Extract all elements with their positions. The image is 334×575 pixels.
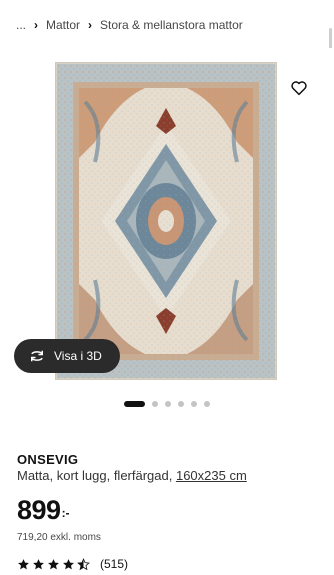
gallery-dot[interactable] <box>204 401 210 407</box>
star-icon <box>18 558 29 569</box>
gallery-dot[interactable] <box>152 401 158 407</box>
star-half-icon <box>77 557 90 570</box>
price-amount: 899 <box>17 495 61 525</box>
product-rating[interactable]: (515) <box>17 557 128 571</box>
product-page: ... › Mattor › Stora & mellanstora matto… <box>0 0 334 575</box>
favorite-button[interactable] <box>287 76 311 100</box>
breadcrumb-item-mattor[interactable]: Mattor <box>46 18 80 32</box>
review-count: (515) <box>100 557 129 571</box>
gallery-dot[interactable] <box>124 401 145 407</box>
gallery-dot[interactable] <box>178 401 184 407</box>
product-name: ONSEVIG <box>17 452 79 467</box>
gallery-dot[interactable] <box>165 401 171 407</box>
heart-outline-icon <box>291 81 307 96</box>
product-image <box>55 62 277 380</box>
product-description: Matta, kort lugg, flerfärgad, 160x235 cm <box>17 468 247 483</box>
gallery-pagination <box>0 401 334 407</box>
gallery-dot[interactable] <box>191 401 197 407</box>
breadcrumb: ... › Mattor › Stora & mellanstora matto… <box>16 16 243 34</box>
product-image-gallery[interactable]: Visa i 3D <box>0 48 334 393</box>
chevron-right-icon: › <box>34 18 39 32</box>
breadcrumb-item-stora-mattor[interactable]: Stora & mellanstora mattor <box>100 18 243 32</box>
product-price: 899 :- <box>17 494 70 526</box>
star-icon <box>33 558 44 569</box>
view-in-3d-button[interactable]: Visa i 3D <box>14 339 120 373</box>
product-size-link[interactable]: 160x235 cm <box>176 468 247 483</box>
view-in-3d-label: Visa i 3D <box>54 349 102 363</box>
star-icon <box>63 558 74 569</box>
breadcrumb-ellipsis[interactable]: ... <box>16 18 26 32</box>
product-description-text: Matta, kort lugg, flerfärgad, <box>17 468 176 483</box>
rotate-arrows-icon <box>31 350 43 362</box>
star-icon <box>48 558 59 569</box>
price-ex-vat: 719,20 exkl. moms <box>17 532 101 543</box>
chevron-right-icon: › <box>88 18 93 32</box>
price-suffix: :- <box>61 506 70 520</box>
